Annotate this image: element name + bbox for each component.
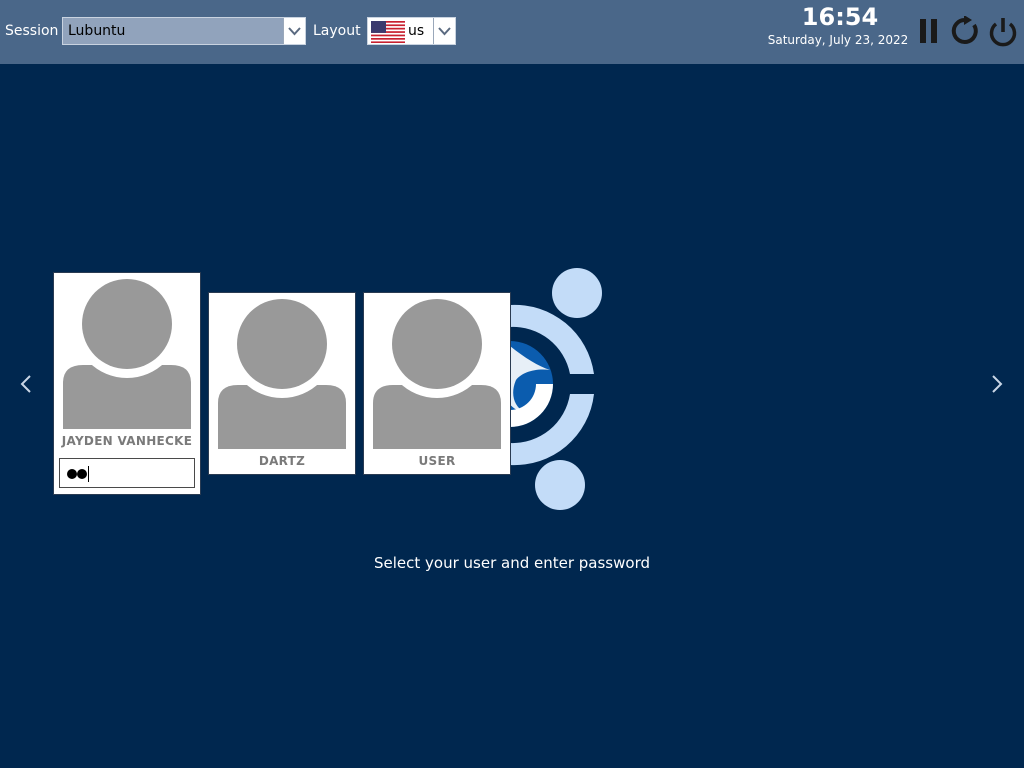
user-card-dartz[interactable]: DARTZ [208, 292, 356, 475]
top-bar: Session Lubuntu Layout us 16:54 Saturday… [0, 0, 1024, 64]
login-prompt: Select your user and enter password [373, 554, 650, 572]
power-icon[interactable] [987, 16, 1019, 48]
user-name: JAYDEN VANHECKE [61, 434, 193, 448]
avatar [373, 298, 501, 449]
chevron-down-icon [438, 27, 451, 36]
clock-date: Saturday, July 23, 2022 [767, 33, 909, 47]
text-caret [88, 466, 89, 482]
user-card-user[interactable]: USER [363, 292, 511, 475]
session-value: Lubuntu [68, 23, 126, 39]
password-dot [67, 469, 77, 479]
password-input[interactable] [59, 458, 195, 488]
us-flag-icon [371, 21, 405, 43]
layout-value: us [408, 23, 425, 39]
avatar [218, 298, 346, 449]
layout-label: Layout [313, 23, 361, 39]
session-label: Session [5, 23, 59, 39]
pause-icon[interactable] [918, 16, 940, 46]
session-select[interactable]: Lubuntu [62, 17, 306, 45]
avatar [63, 278, 191, 429]
session-dropdown-button[interactable] [283, 18, 305, 44]
user-name: DARTZ [258, 454, 306, 468]
password-dot [77, 469, 87, 479]
restart-icon[interactable] [950, 16, 980, 46]
layout-dropdown-button[interactable] [433, 18, 455, 44]
chevron-right-icon[interactable] [990, 374, 1004, 394]
user-card-jayden-vanhecke[interactable]: JAYDEN VANHECKE [53, 272, 201, 495]
chevron-left-icon[interactable] [19, 374, 33, 394]
user-name: USER [418, 454, 456, 468]
clock-time: 16:54 [801, 3, 879, 31]
chevron-down-icon [288, 27, 301, 36]
layout-select[interactable]: us [367, 17, 456, 45]
